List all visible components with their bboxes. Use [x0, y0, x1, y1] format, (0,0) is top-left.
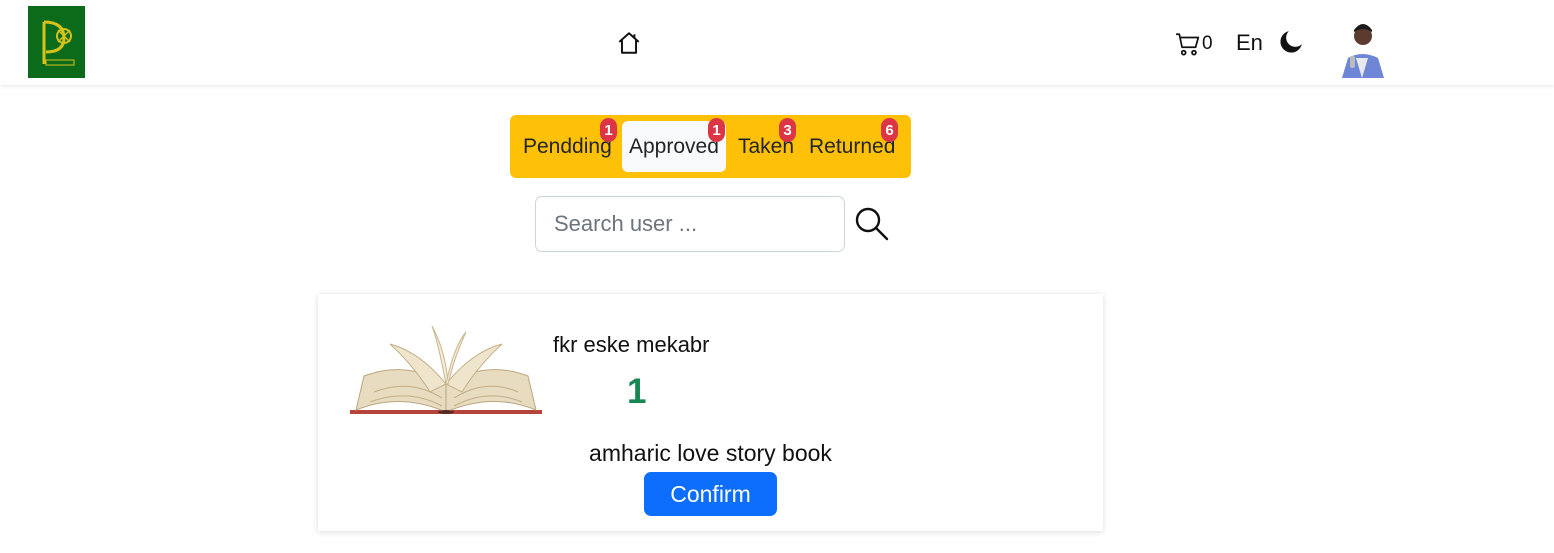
logo-mark-icon	[31, 10, 82, 74]
book-description: amharic love story book	[589, 440, 832, 466]
search-icon[interactable]	[854, 206, 890, 242]
taken-count-badge: 3	[779, 118, 796, 142]
navbar: 0 En	[0, 0, 1554, 85]
cart-icon	[1176, 33, 1200, 56]
search-input[interactable]	[535, 196, 845, 252]
home-icon[interactable]	[616, 30, 642, 56]
confirm-button[interactable]: Confirm	[644, 472, 777, 516]
approved-count-badge: 1	[708, 118, 725, 142]
tab-pendding[interactable]: Pendding	[523, 121, 612, 172]
tab-label: Pendding	[523, 134, 612, 158]
book-cover-image	[350, 322, 542, 418]
logo[interactable]	[28, 6, 85, 78]
returned-count-badge: 6	[881, 118, 898, 142]
avatar[interactable]	[1338, 12, 1386, 78]
cart-count: 0	[1202, 33, 1213, 54]
language-toggle[interactable]: En	[1236, 30, 1263, 56]
pendding-count-badge: 1	[600, 118, 617, 142]
book-title: fkr eske mekabr	[553, 332, 710, 357]
request-card: fkr eske mekabr 1 amharic love story boo…	[318, 294, 1103, 531]
book-quantity: 1	[627, 372, 647, 411]
tab-label: Approved	[629, 134, 719, 158]
status-tabs: Pendding 1 Approved 1 Taken 3 Returned 6	[510, 115, 911, 178]
moon-icon[interactable]	[1278, 29, 1304, 55]
cart-button[interactable]: 0	[1175, 30, 1213, 58]
